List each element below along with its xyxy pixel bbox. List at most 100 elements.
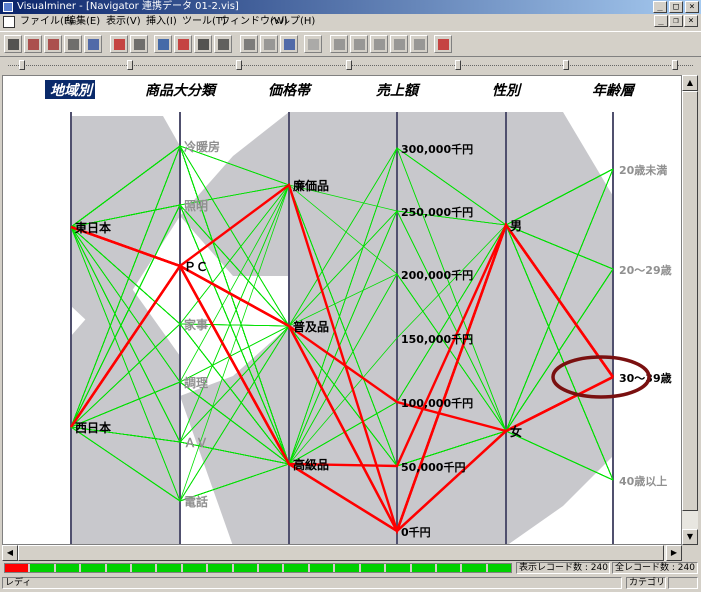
scroll-left-button[interactable]: ◀: [2, 545, 18, 561]
pointer-icon: [263, 38, 275, 50]
axis-value-label[interactable]: 高級品: [293, 457, 329, 472]
open-button[interactable]: [4, 35, 22, 53]
axis-header[interactable]: 地域別: [50, 82, 95, 99]
zoom-out-button[interactable]: [240, 35, 258, 53]
axis-value-label[interactable]: 150,000千円: [401, 332, 473, 346]
menu-insert[interactable]: 挿入(I): [146, 15, 177, 29]
bar-chart-button[interactable]: [110, 35, 128, 53]
axis-value-label[interactable]: 男: [510, 219, 522, 233]
axis-value-label[interactable]: 300,000千円: [401, 142, 473, 156]
save-as-button[interactable]: [44, 35, 62, 53]
minimize-button[interactable]: _: [653, 1, 667, 13]
value-band: [506, 112, 613, 544]
scroll-up-button[interactable]: ▲: [682, 75, 698, 91]
vertical-scrollbar[interactable]: ▲ ▼: [682, 75, 698, 545]
axis-value-label[interactable]: ＡＶ: [184, 436, 208, 450]
progress-segment: [462, 564, 486, 572]
doc-restore-button[interactable]: ❐: [669, 15, 683, 27]
menu-view[interactable]: 表示(V): [106, 15, 141, 29]
axis-value-label[interactable]: 20～29歳: [619, 263, 672, 277]
axis-value-label[interactable]: 100,000千円: [401, 396, 473, 410]
save-as-icon: [47, 38, 59, 50]
progress-segment: [30, 564, 54, 572]
axis-value-label[interactable]: 女: [510, 424, 522, 439]
heatmap-icon: [177, 38, 189, 50]
menu-edit[interactable]: 編集(E): [66, 15, 100, 29]
report-button[interactable]: [84, 35, 102, 53]
menu-help[interactable]: ヘルプ(H): [270, 15, 315, 29]
save-icon: [27, 38, 39, 50]
paint-button[interactable]: [350, 35, 368, 53]
ruler-thumb[interactable]: [127, 60, 133, 70]
axis-value-label[interactable]: 250,000千円: [401, 205, 473, 219]
record-status-bar: 表示レコード数 : 240 全レコード数 : 240: [0, 561, 701, 575]
trash-button[interactable]: [410, 35, 428, 53]
ruler-thumb[interactable]: [346, 60, 352, 70]
doc-minimize-button[interactable]: _: [654, 15, 668, 27]
progress-segment: [208, 564, 232, 572]
axis-header[interactable]: 価格帯: [268, 82, 313, 99]
axis-value-label[interactable]: 家事: [184, 317, 208, 332]
vertical-scroll-thumb[interactable]: [682, 91, 698, 511]
save-button[interactable]: [24, 35, 42, 53]
axis-header[interactable]: 商品大分類: [145, 82, 218, 99]
maximize-button[interactable]: □: [669, 1, 683, 13]
pointer-button[interactable]: [260, 35, 278, 53]
axis-header[interactable]: 年齢層: [592, 82, 636, 99]
progress-segment: [360, 564, 385, 572]
grid-icon: [197, 38, 209, 50]
axis-value-label[interactable]: 20歳未満: [619, 163, 667, 177]
axis-value-label[interactable]: 照明: [184, 198, 208, 213]
axis-value-label[interactable]: ＰＣ: [184, 260, 208, 274]
progress-segment: [182, 564, 207, 572]
axis-header[interactable]: 性別: [492, 82, 523, 99]
toolbar: [0, 31, 701, 57]
progress-segment: [436, 564, 461, 572]
axis-value-label[interactable]: 西日本: [75, 420, 111, 435]
ruler-thumb[interactable]: [563, 60, 569, 70]
axis-header[interactable]: 売上額: [376, 82, 421, 99]
document-icon[interactable]: [3, 16, 15, 28]
axis-value-label[interactable]: 廉価品: [293, 178, 329, 193]
ruler-thumb[interactable]: [672, 60, 678, 70]
scroll-right-button[interactable]: ▶: [666, 545, 682, 561]
axis-value-label[interactable]: 調理: [184, 375, 208, 390]
axis-value-label[interactable]: 東日本: [75, 220, 111, 235]
axis-value-label[interactable]: 冷暖房: [184, 139, 220, 154]
zoom-in-button[interactable]: [214, 35, 232, 53]
parallel-coordinates-canvas[interactable]: 東日本西日本 冷暖房照明 ＰＣ 家事調理 ＡＶ 電話 廉価品普及品高級品 300,000千円 2…: [2, 75, 682, 545]
ruler-thumb[interactable]: [19, 60, 25, 70]
parallel-chart-button[interactable]: [154, 35, 172, 53]
progress-segment: [5, 564, 29, 572]
axis-value-label[interactable]: 0千円: [401, 525, 431, 539]
progress-segment: [157, 564, 181, 572]
horizontal-scrollbar[interactable]: ◀ ▶: [2, 545, 682, 561]
mark-button[interactable]: [280, 35, 298, 53]
print-button[interactable]: [64, 35, 82, 53]
progress-segment: [309, 564, 334, 572]
axis-value-label[interactable]: 40歳以上: [619, 474, 667, 488]
export-button[interactable]: [390, 35, 408, 53]
table-button[interactable]: [130, 35, 148, 53]
empty-status-panel: [668, 577, 698, 589]
edit-button[interactable]: [370, 35, 388, 53]
axis-value-label[interactable]: 普及品: [293, 319, 329, 334]
scroll-down-button[interactable]: ▼: [682, 529, 698, 545]
axis-value-label[interactable]: 200,000千円: [401, 268, 473, 282]
doc-close-button[interactable]: ×: [684, 15, 698, 27]
status-bar: レディ カテゴリ: [0, 575, 701, 592]
progress-segment: [259, 564, 283, 572]
grid-button[interactable]: [194, 35, 212, 53]
filter-button[interactable]: [304, 35, 322, 53]
copy-button[interactable]: [330, 35, 348, 53]
title-bar: Visualminer - [Navigator 連携データ 01-2.vis]…: [0, 0, 701, 14]
ruler-thumb[interactable]: [455, 60, 461, 70]
heatmap-button[interactable]: [174, 35, 192, 53]
close-button[interactable]: ×: [685, 1, 699, 13]
ruler-thumb[interactable]: [236, 60, 242, 70]
horizontal-scroll-thumb[interactable]: [18, 545, 664, 561]
axis-value-label[interactable]: 50,000千円: [401, 460, 465, 474]
parallel-coordinates-plot: 東日本西日本 冷暖房照明 ＰＣ 家事調理 ＡＶ 電話 廉価品普及品高級品 300,000千円 2…: [45, 80, 672, 544]
axis-value-label[interactable]: 電話: [184, 494, 208, 509]
help-button[interactable]: [434, 35, 452, 53]
